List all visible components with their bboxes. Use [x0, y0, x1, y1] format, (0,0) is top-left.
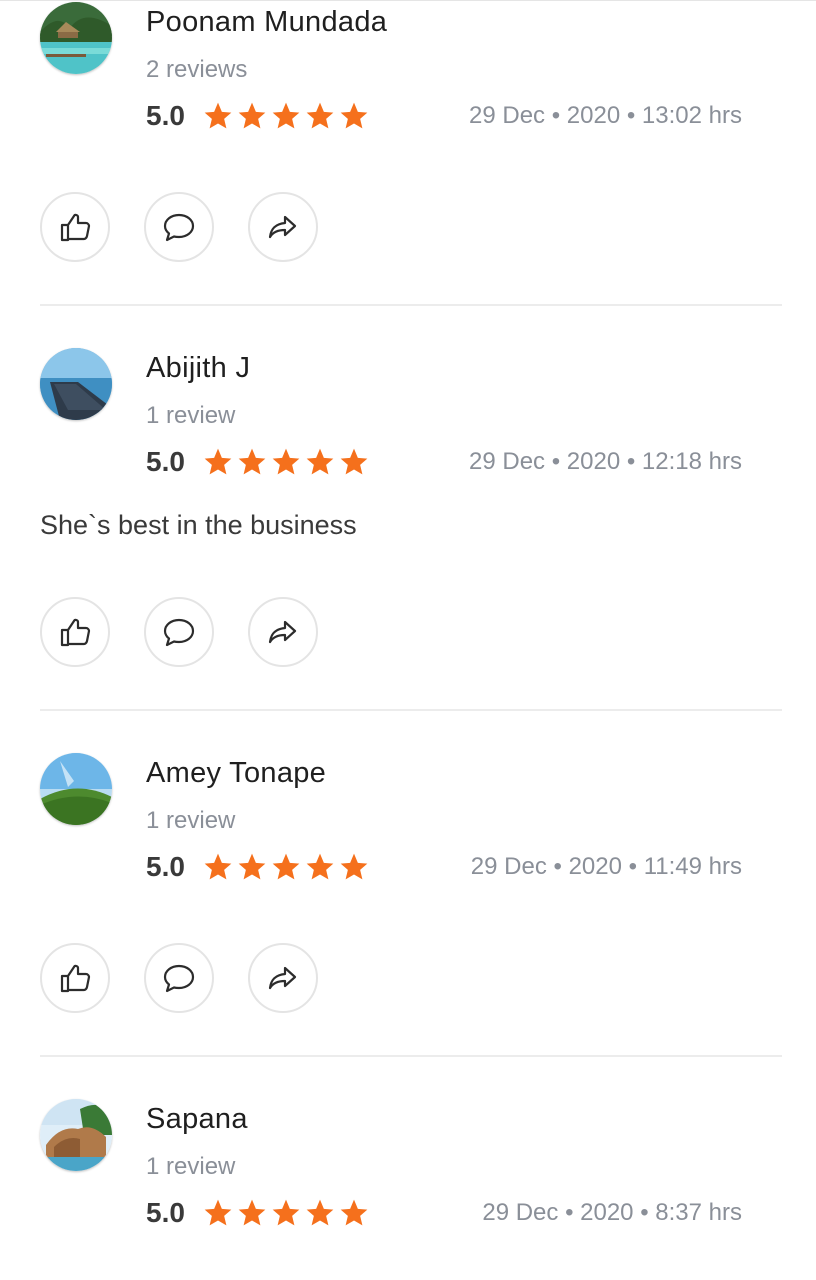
comment-icon	[163, 618, 195, 647]
avatar[interactable]	[40, 2, 112, 74]
comment-icon	[163, 213, 195, 242]
rating-row: 5.0 29 Dec • 2020 • 13:02 hrs	[146, 100, 742, 136]
star-icon	[204, 853, 232, 880]
star-rating	[202, 446, 370, 478]
share-button[interactable]	[248, 597, 318, 667]
review-actions	[40, 597, 318, 667]
star-rating	[202, 851, 370, 883]
star-icon	[306, 102, 334, 129]
star-icon	[238, 102, 266, 129]
star-icon	[204, 1199, 232, 1226]
review-actions	[40, 943, 318, 1013]
review-date: 29 Dec • 2020 • 11:49 hrs	[470, 853, 742, 880]
avatar[interactable]	[40, 1099, 112, 1171]
rating-score: 5.0	[146, 1197, 185, 1228]
review-divider	[40, 1055, 782, 1057]
review-divider	[40, 304, 782, 306]
star-icon	[272, 1199, 300, 1226]
star-icon	[340, 1199, 368, 1226]
rating-row: 5.0 29 Dec • 2020 • 8:37 hrs	[146, 1197, 742, 1233]
star-icon	[272, 448, 300, 475]
review-date: 29 Dec • 2020 • 12:18 hrs	[469, 448, 742, 475]
review-count: 1 review	[146, 807, 236, 834]
comment-button[interactable]	[144, 192, 214, 262]
top-divider	[0, 0, 816, 1]
reviewer-name[interactable]: Poonam Mundada	[146, 6, 387, 39]
rating-row: 5.0 29 Dec • 2020 • 12:18 hrs	[146, 446, 742, 482]
star-icon	[272, 102, 300, 129]
star-icon	[238, 853, 266, 880]
thumbs-up-icon	[60, 618, 91, 647]
review-actions	[40, 192, 318, 262]
avatar[interactable]	[40, 348, 112, 420]
share-icon	[268, 215, 297, 239]
review-comment: She`s best in the business	[40, 510, 357, 540]
reviewer-name[interactable]: Amey Tonape	[146, 757, 326, 790]
green-hill-photo	[40, 753, 112, 825]
star-icon	[306, 853, 334, 880]
share-button[interactable]	[248, 943, 318, 1013]
rating-row: 5.0 29 Dec • 2020 • 11:49 hrs	[146, 851, 742, 887]
star-icon	[306, 1199, 334, 1226]
rating-score: 5.0	[146, 851, 185, 882]
like-button[interactable]	[40, 192, 110, 262]
review-date: 29 Dec • 2020 • 8:37 hrs	[482, 1199, 742, 1226]
thumbs-up-icon	[60, 964, 91, 993]
avatar[interactable]	[40, 753, 112, 825]
share-icon	[268, 620, 297, 644]
beach-resort-photo	[40, 2, 112, 74]
review-divider	[40, 709, 782, 711]
star-rating	[202, 1197, 370, 1229]
like-button[interactable]	[40, 943, 110, 1013]
star-icon	[238, 1199, 266, 1226]
star-icon	[204, 448, 232, 475]
share-icon	[268, 966, 297, 990]
comment-button[interactable]	[144, 943, 214, 1013]
ocean-pier-photo	[40, 348, 112, 420]
star-rating	[202, 100, 370, 132]
review-date: 29 Dec • 2020 • 13:02 hrs	[469, 102, 742, 129]
star-icon	[272, 853, 300, 880]
review-count: 2 reviews	[146, 56, 248, 83]
coastal-rocks-photo	[40, 1099, 112, 1171]
star-icon	[204, 102, 232, 129]
reviewer-name[interactable]: Sapana	[146, 1103, 248, 1136]
star-icon	[340, 853, 368, 880]
rating-score: 5.0	[146, 446, 185, 477]
comment-icon	[163, 964, 195, 993]
star-icon	[238, 448, 266, 475]
share-button[interactable]	[248, 192, 318, 262]
reviewer-name[interactable]: Abijith J	[146, 352, 250, 385]
star-icon	[340, 448, 368, 475]
thumbs-up-icon	[60, 213, 91, 242]
like-button[interactable]	[40, 597, 110, 667]
star-icon	[340, 102, 368, 129]
review-count: 1 review	[146, 402, 236, 429]
star-icon	[306, 448, 334, 475]
rating-score: 5.0	[146, 100, 185, 131]
comment-button[interactable]	[144, 597, 214, 667]
review-count: 1 review	[146, 1153, 236, 1180]
